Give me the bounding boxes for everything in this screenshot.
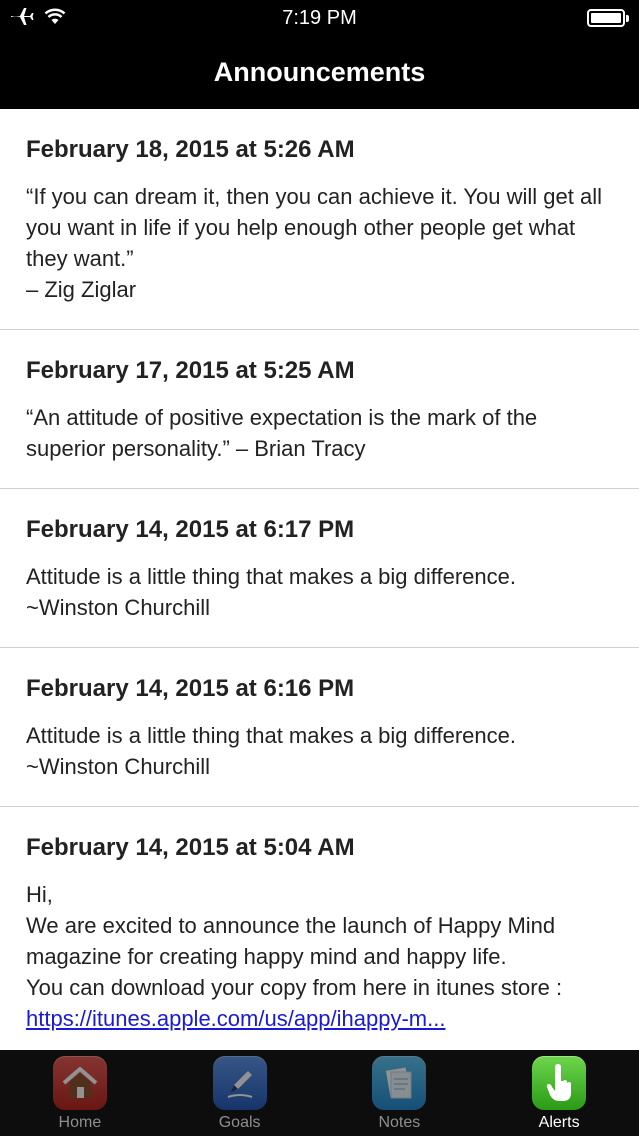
status-bar: 7:19 PM: [0, 0, 639, 36]
list-item[interactable]: February 18, 2015 at 5:26 AM “If you can…: [0, 109, 639, 330]
navigation-bar: Announcements: [0, 36, 639, 109]
announcement-date: February 18, 2015 at 5:26 AM: [26, 136, 355, 163]
hand-pointer-icon: [532, 1056, 587, 1110]
notes-icon: [372, 1056, 427, 1110]
page-title: Announcements: [213, 57, 426, 87]
list-item[interactable]: February 14, 2015 at 6:17 PM Attitude is…: [0, 489, 639, 648]
itunes-link[interactable]: https://itunes.apple.com/us/app/ihappy-m…: [26, 1003, 613, 1034]
tab-label: Notes: [378, 1114, 421, 1131]
list-item[interactable]: February 17, 2015 at 5:25 AM “An attitud…: [0, 330, 639, 489]
announcement-text: Hi, We are excited to announce the launc…: [26, 882, 563, 1000]
announcement-text: Attitude is a little thing that makes a …: [26, 723, 516, 779]
tab-goals[interactable]: Goals: [160, 1050, 320, 1136]
tab-label: Home: [58, 1114, 102, 1131]
announcements-list[interactable]: February 18, 2015 at 5:26 AM “If you can…: [0, 109, 639, 1050]
announcement-date: February 17, 2015 at 5:25 AM: [26, 357, 355, 384]
list-item[interactable]: February 14, 2015 at 6:16 PM Attitude is…: [0, 648, 639, 807]
announcement-date: February 14, 2015 at 6:17 PM: [26, 516, 355, 543]
announcement-text: “If you can dream it, then you can achie…: [26, 184, 602, 302]
tab-label: Goals: [218, 1114, 261, 1131]
announcement-text: “An attitude of positive expectation is …: [26, 405, 538, 461]
home-icon: [52, 1056, 107, 1110]
announcement-text: Attitude is a little thing that makes a …: [26, 564, 516, 620]
list-item[interactable]: February 14, 2015 at 5:04 AM Hi, We are …: [0, 807, 639, 1050]
tab-bar: Home Goals Notes Alerts: [0, 1050, 639, 1136]
tab-label: Alerts: [538, 1114, 580, 1131]
tab-notes[interactable]: Notes: [320, 1050, 480, 1136]
tab-home[interactable]: Home: [0, 1050, 160, 1136]
tab-alerts[interactable]: Alerts: [479, 1050, 639, 1136]
battery-icon: [587, 9, 629, 27]
pen-icon: [212, 1056, 267, 1110]
status-time: 7:19 PM: [282, 7, 357, 29]
announcement-date: February 14, 2015 at 6:16 PM: [26, 675, 355, 702]
announcement-date: February 14, 2015 at 5:04 AM: [26, 834, 355, 861]
